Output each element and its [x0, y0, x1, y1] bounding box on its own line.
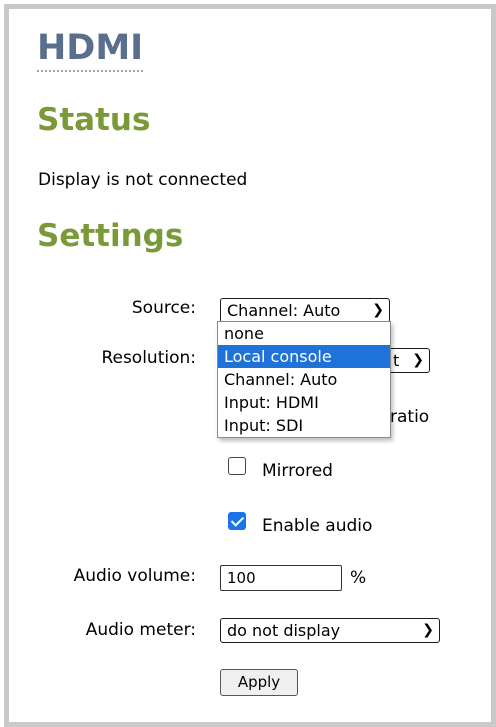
- source-option-input-sdi[interactable]: Input: SDI: [218, 414, 390, 437]
- audio-volume-input[interactable]: 100: [220, 565, 342, 591]
- status-heading: Status: [37, 102, 151, 138]
- apply-button[interactable]: Apply: [220, 669, 298, 696]
- enable-audio-label: Enable audio: [262, 516, 373, 536]
- resolution-label: Resolution:: [101, 348, 196, 368]
- resolution-select-value: t: [393, 351, 400, 370]
- audio-volume-unit: %: [350, 568, 367, 588]
- status-text: Display is not connected: [38, 170, 248, 190]
- source-dropdown-list: none Local console Channel: Auto Input: …: [217, 321, 391, 438]
- audio-meter-select-value: do not display: [227, 621, 341, 640]
- page-title: HDMI: [37, 27, 144, 72]
- chevron-down-icon: ❯: [422, 622, 434, 638]
- source-option-input-hdmi[interactable]: Input: HDMI: [218, 391, 390, 414]
- mirrored-checkbox[interactable]: [228, 457, 246, 475]
- source-option-local-console[interactable]: Local console: [218, 345, 390, 368]
- mirrored-label: Mirrored: [262, 461, 333, 481]
- chevron-down-icon: ❯: [412, 352, 424, 368]
- source-option-channel-auto[interactable]: Channel: Auto: [218, 368, 390, 391]
- source-select[interactable]: Channel: Auto ❯: [220, 298, 390, 323]
- chevron-down-icon: ❯: [372, 302, 384, 318]
- source-option-none[interactable]: none: [218, 322, 390, 345]
- source-label: Source:: [131, 298, 196, 318]
- settings-heading: Settings: [37, 218, 184, 254]
- audio-volume-label: Audio volume:: [73, 566, 196, 586]
- audio-meter-select[interactable]: do not display ❯: [220, 618, 440, 643]
- audio-meter-label: Audio meter:: [85, 620, 196, 640]
- enable-audio-checkbox[interactable]: [228, 512, 246, 530]
- aspect-ratio-label: ratio: [390, 407, 430, 427]
- source-select-value: Channel: Auto: [227, 301, 341, 320]
